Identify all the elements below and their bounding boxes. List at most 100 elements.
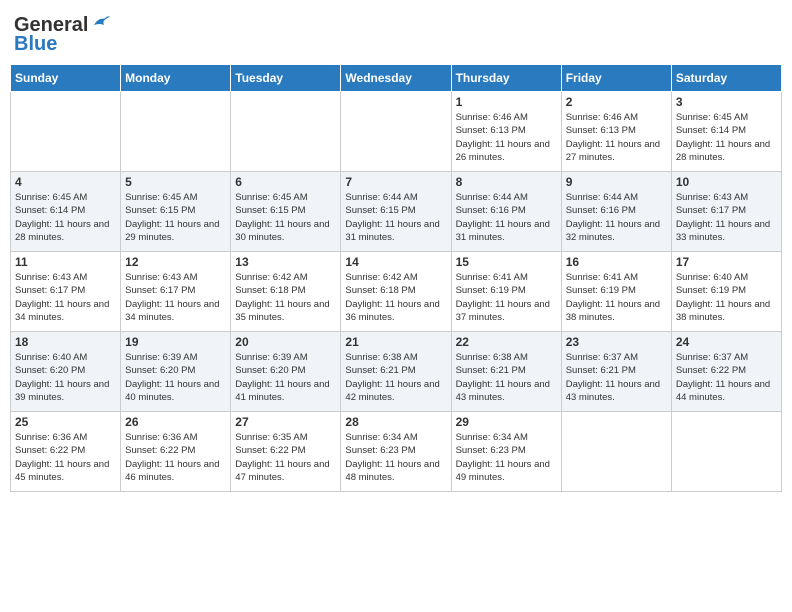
weekday-header-tuesday: Tuesday — [231, 65, 341, 92]
calendar-cell: 24 Sunrise: 6:37 AM Sunset: 6:22 PM Dayli… — [671, 332, 781, 412]
day-number: 29 — [456, 415, 557, 429]
day-info: Sunrise: 6:44 AM Sunset: 6:16 PM Dayligh… — [456, 191, 557, 244]
day-info: Sunrise: 6:35 AM Sunset: 6:22 PM Dayligh… — [235, 431, 336, 484]
calendar-cell: 11 Sunrise: 6:43 AM Sunset: 6:17 PM Dayli… — [11, 252, 121, 332]
day-info: Sunrise: 6:41 AM Sunset: 6:19 PM Dayligh… — [566, 271, 667, 324]
calendar-cell — [231, 92, 341, 172]
weekday-header-sunday: Sunday — [11, 65, 121, 92]
day-info: Sunrise: 6:39 AM Sunset: 6:20 PM Dayligh… — [125, 351, 226, 404]
day-info: Sunrise: 6:46 AM Sunset: 6:13 PM Dayligh… — [456, 111, 557, 164]
day-number: 19 — [125, 335, 226, 349]
day-info: Sunrise: 6:36 AM Sunset: 6:22 PM Dayligh… — [125, 431, 226, 484]
day-info: Sunrise: 6:39 AM Sunset: 6:20 PM Dayligh… — [235, 351, 336, 404]
day-info: Sunrise: 6:38 AM Sunset: 6:21 PM Dayligh… — [456, 351, 557, 404]
calendar-cell: 2 Sunrise: 6:46 AM Sunset: 6:13 PM Daylig… — [561, 92, 671, 172]
logo: General Blue — [14, 14, 112, 56]
calendar-cell: 20 Sunrise: 6:39 AM Sunset: 6:20 PM Dayli… — [231, 332, 341, 412]
calendar-table: SundayMondayTuesdayWednesdayThursdayFrid… — [10, 64, 782, 492]
weekday-header-thursday: Thursday — [451, 65, 561, 92]
day-info: Sunrise: 6:43 AM Sunset: 6:17 PM Dayligh… — [125, 271, 226, 324]
calendar-cell: 1 Sunrise: 6:46 AM Sunset: 6:13 PM Daylig… — [451, 92, 561, 172]
calendar-cell: 28 Sunrise: 6:34 AM Sunset: 6:23 PM Dayli… — [341, 412, 451, 492]
day-number: 13 — [235, 255, 336, 269]
day-info: Sunrise: 6:46 AM Sunset: 6:13 PM Dayligh… — [566, 111, 667, 164]
weekday-header-wednesday: Wednesday — [341, 65, 451, 92]
calendar-cell — [11, 92, 121, 172]
day-number: 28 — [345, 415, 446, 429]
day-number: 10 — [676, 175, 777, 189]
calendar-cell: 27 Sunrise: 6:35 AM Sunset: 6:22 PM Dayli… — [231, 412, 341, 492]
day-info: Sunrise: 6:43 AM Sunset: 6:17 PM Dayligh… — [15, 271, 116, 324]
calendar-cell: 8 Sunrise: 6:44 AM Sunset: 6:16 PM Daylig… — [451, 172, 561, 252]
weekday-header-friday: Friday — [561, 65, 671, 92]
day-number: 6 — [235, 175, 336, 189]
calendar-cell: 12 Sunrise: 6:43 AM Sunset: 6:17 PM Dayli… — [121, 252, 231, 332]
calendar-cell — [341, 92, 451, 172]
header: General Blue — [10, 10, 782, 56]
day-info: Sunrise: 6:38 AM Sunset: 6:21 PM Dayligh… — [345, 351, 446, 404]
day-info: Sunrise: 6:42 AM Sunset: 6:18 PM Dayligh… — [235, 271, 336, 324]
day-info: Sunrise: 6:37 AM Sunset: 6:22 PM Dayligh… — [676, 351, 777, 404]
day-info: Sunrise: 6:44 AM Sunset: 6:15 PM Dayligh… — [345, 191, 446, 244]
day-number: 5 — [125, 175, 226, 189]
calendar-cell: 25 Sunrise: 6:36 AM Sunset: 6:22 PM Dayli… — [11, 412, 121, 492]
day-info: Sunrise: 6:40 AM Sunset: 6:19 PM Dayligh… — [676, 271, 777, 324]
calendar-cell — [121, 92, 231, 172]
day-info: Sunrise: 6:34 AM Sunset: 6:23 PM Dayligh… — [345, 431, 446, 484]
day-info: Sunrise: 6:45 AM Sunset: 6:15 PM Dayligh… — [235, 191, 336, 244]
weekday-header-saturday: Saturday — [671, 65, 781, 92]
day-info: Sunrise: 6:45 AM Sunset: 6:15 PM Dayligh… — [125, 191, 226, 244]
day-number: 8 — [456, 175, 557, 189]
day-number: 17 — [676, 255, 777, 269]
day-info: Sunrise: 6:42 AM Sunset: 6:18 PM Dayligh… — [345, 271, 446, 324]
day-number: 4 — [15, 175, 116, 189]
calendar-cell — [671, 412, 781, 492]
day-number: 24 — [676, 335, 777, 349]
calendar-cell: 6 Sunrise: 6:45 AM Sunset: 6:15 PM Daylig… — [231, 172, 341, 252]
calendar-cell: 9 Sunrise: 6:44 AM Sunset: 6:16 PM Daylig… — [561, 172, 671, 252]
calendar-cell: 26 Sunrise: 6:36 AM Sunset: 6:22 PM Dayli… — [121, 412, 231, 492]
calendar-cell: 19 Sunrise: 6:39 AM Sunset: 6:20 PM Dayli… — [121, 332, 231, 412]
day-number: 16 — [566, 255, 667, 269]
calendar-cell: 18Sunrise: 6:40 AM Sunset: 6:20 PM Dayli… — [11, 332, 121, 412]
day-number: 1 — [456, 95, 557, 109]
day-number: 25 — [15, 415, 116, 429]
day-number: 14 — [345, 255, 446, 269]
day-number: 3 — [676, 95, 777, 109]
day-number: 20 — [235, 335, 336, 349]
day-info: Sunrise: 6:37 AM Sunset: 6:21 PM Dayligh… — [566, 351, 667, 404]
calendar-cell: 5 Sunrise: 6:45 AM Sunset: 6:15 PM Daylig… — [121, 172, 231, 252]
day-info: Sunrise: 6:41 AM Sunset: 6:19 PM Dayligh… — [456, 271, 557, 324]
calendar-cell: 15 Sunrise: 6:41 AM Sunset: 6:19 PM Dayli… — [451, 252, 561, 332]
calendar-cell: 17 Sunrise: 6:40 AM Sunset: 6:19 PM Dayli… — [671, 252, 781, 332]
day-number: 15 — [456, 255, 557, 269]
calendar-cell: 13 Sunrise: 6:42 AM Sunset: 6:18 PM Dayli… — [231, 252, 341, 332]
day-info: Sunrise: 6:43 AM Sunset: 6:17 PM Dayligh… — [676, 191, 777, 244]
day-number: 23 — [566, 335, 667, 349]
day-number: 22 — [456, 335, 557, 349]
calendar-cell: 3 Sunrise: 6:45 AM Sunset: 6:14 PM Daylig… — [671, 92, 781, 172]
day-number: 11 — [15, 255, 116, 269]
calendar-cell: 16 Sunrise: 6:41 AM Sunset: 6:19 PM Dayli… — [561, 252, 671, 332]
calendar-cell: 10 Sunrise: 6:43 AM Sunset: 6:17 PM Dayli… — [671, 172, 781, 252]
day-number: 26 — [125, 415, 226, 429]
weekday-header-monday: Monday — [121, 65, 231, 92]
day-number: 2 — [566, 95, 667, 109]
day-number: 12 — [125, 255, 226, 269]
calendar-cell: 29Sunrise: 6:34 AM Sunset: 6:23 PM Dayli… — [451, 412, 561, 492]
day-number: 9 — [566, 175, 667, 189]
day-number: 7 — [345, 175, 446, 189]
day-number: 18 — [15, 335, 116, 349]
calendar-cell: 21 Sunrise: 6:38 AM Sunset: 6:21 PM Dayli… — [341, 332, 451, 412]
calendar-cell — [561, 412, 671, 492]
calendar-cell: 22 Sunrise: 6:38 AM Sunset: 6:21 PM Dayli… — [451, 332, 561, 412]
day-info: Sunrise: 6:36 AM Sunset: 6:22 PM Dayligh… — [15, 431, 116, 484]
calendar-cell: 7 Sunrise: 6:44 AM Sunset: 6:15 PM Daylig… — [341, 172, 451, 252]
day-number: 27 — [235, 415, 336, 429]
day-info: Sunrise: 6:44 AM Sunset: 6:16 PM Dayligh… — [566, 191, 667, 244]
calendar-cell: 4Sunrise: 6:45 AM Sunset: 6:14 PM Daylig… — [11, 172, 121, 252]
logo-bird-icon — [90, 13, 112, 35]
day-info: Sunrise: 6:45 AM Sunset: 6:14 PM Dayligh… — [676, 111, 777, 164]
calendar-cell: 23 Sunrise: 6:37 AM Sunset: 6:21 PM Dayli… — [561, 332, 671, 412]
day-number: 21 — [345, 335, 446, 349]
